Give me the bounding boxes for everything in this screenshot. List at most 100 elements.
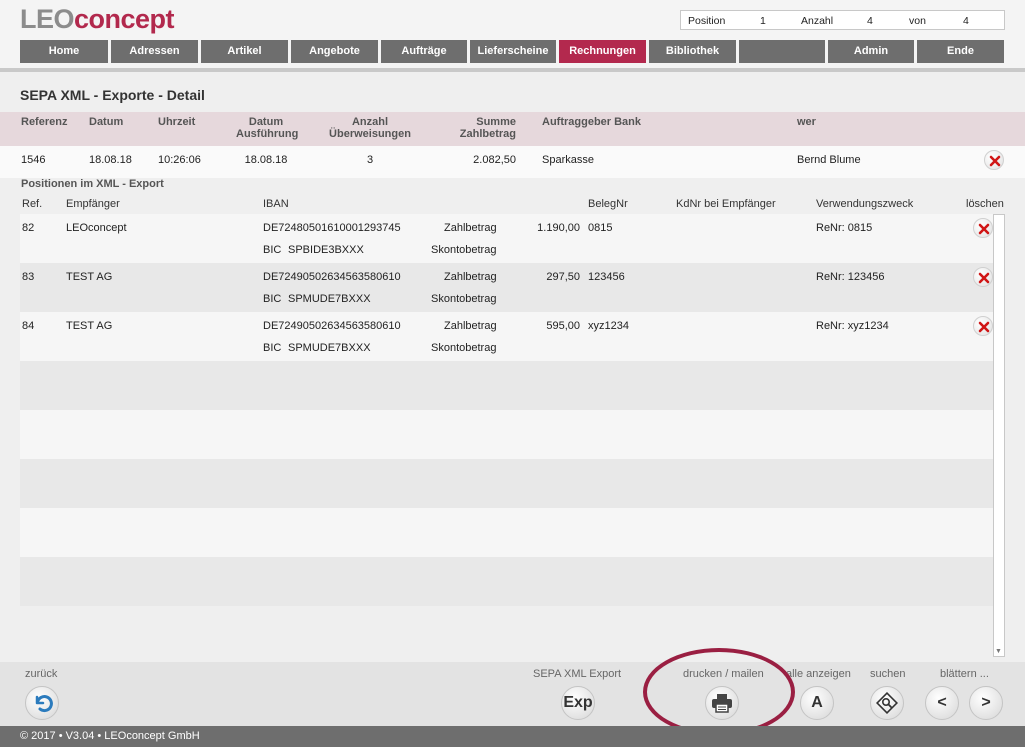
delete-x-icon — [978, 272, 990, 284]
col-datum-ausfuehrung-2: Ausführung — [236, 128, 299, 140]
col-anzahl-1: Anzahl — [351, 116, 389, 128]
export-referenz: 1546 — [21, 154, 46, 166]
pcol-loeschen: löschen — [966, 198, 1004, 210]
col-uhrzeit: Uhrzeit — [158, 116, 196, 128]
von-value: 4 — [963, 15, 969, 27]
position-value: 1 — [760, 15, 766, 27]
delete-row-button[interactable] — [973, 267, 993, 287]
exp-button-text: Exp — [563, 694, 593, 711]
table-row: 84 TEST AG DE72490502634563580610 BIC SP… — [20, 312, 993, 361]
pcol-verwendungszweck: Verwendungszweck — [816, 198, 914, 210]
search-icon — [876, 692, 898, 714]
anzahl-label: Anzahl — [801, 15, 834, 27]
export-row: 1546 18.08.18 10:26:06 18.08.18 3 2.082,… — [0, 146, 1025, 178]
export-anzahl: 3 — [366, 154, 374, 166]
row-verwendungszweck: ReNr: 123456 — [816, 271, 885, 283]
tab-empty — [739, 40, 825, 63]
row-bic-label: BIC — [263, 244, 282, 256]
col-bank: Auftraggeber Bank — [542, 116, 642, 128]
tab-rechnungen[interactable]: Rechnungen — [559, 40, 646, 63]
tab-artikel[interactable]: Artikel — [201, 40, 288, 63]
positions-title: Positionen im XML - Export — [21, 178, 164, 190]
row-zahlbetrag-label: Zahlbetrag — [444, 271, 497, 283]
table-row: 83 TEST AG DE72490502634563580610 BIC SP… — [20, 263, 993, 312]
col-anzahl-2: Überweisungen — [329, 128, 411, 140]
logo-concept: concept — [74, 4, 175, 34]
col-datum-ausfuehrung-1: Datum — [248, 116, 284, 128]
main-content: SEPA XML - Exporte - Detail Referenz Dat… — [0, 72, 1025, 662]
row-iban: DE72490502634563580610 — [263, 320, 401, 332]
row-iban: DE72490502634563580610 — [263, 271, 401, 283]
row-ref: 83 — [22, 271, 35, 283]
record-position-box: Position 1 Anzahl 4 von 4 — [680, 10, 1005, 30]
scroll-down-icon[interactable]: ▼ — [995, 648, 1002, 655]
row-belegnr: xyz1234 — [588, 320, 629, 332]
logo-leo: LEO — [20, 4, 75, 34]
blaettern-label: blättern ... — [940, 668, 989, 680]
footer-toolbar: zurück SEPA XML Export Exp drucken / mai… — [0, 662, 1025, 726]
suchen-label: suchen — [870, 668, 906, 680]
positions-scrollbar[interactable]: ▼ — [993, 214, 1005, 657]
pcol-empfaenger: Empfänger — [66, 198, 120, 210]
delete-row-button[interactable] — [973, 218, 993, 238]
row-empfaenger: LEOconcept — [66, 222, 127, 234]
col-summe-2: Zahlbetrag — [459, 128, 516, 140]
row-empfaenger: TEST AG — [66, 320, 113, 332]
back-button[interactable] — [25, 686, 59, 720]
export-table-header: Referenz Datum Uhrzeit Datum Ausführung … — [0, 112, 1025, 146]
tab-auftraege[interactable]: Aufträge — [381, 40, 467, 63]
show-all-button[interactable]: A — [800, 686, 834, 720]
back-arrow-icon — [35, 695, 53, 713]
col-summe-1: Summe — [476, 116, 516, 128]
row-verwendungszweck: ReNr: xyz1234 — [816, 320, 889, 332]
export-wer: Bernd Blume — [797, 154, 861, 166]
row-zahlbetrag-label: Zahlbetrag — [444, 320, 497, 332]
row-skonto-label: Skontobetrag — [431, 342, 497, 354]
positions-table: 82 LEOconcept DE72480501610001293745 BIC… — [20, 214, 993, 608]
row-skonto-label: Skontobetrag — [431, 244, 497, 256]
empty-row — [20, 459, 993, 508]
tab-bibliothek[interactable]: Bibliothek — [649, 40, 736, 63]
col-wer: wer — [797, 116, 816, 128]
anzahl-value: 4 — [867, 15, 873, 27]
page-title: SEPA XML - Exporte - Detail — [20, 87, 205, 103]
export-datum: 18.08.18 — [89, 154, 132, 166]
row-belegnr: 123456 — [588, 271, 625, 283]
tab-adressen[interactable]: Adressen — [111, 40, 198, 63]
next-button[interactable]: > — [969, 686, 1003, 720]
tab-home[interactable]: Home — [20, 40, 108, 63]
pcol-belegnr: BelegNr — [588, 198, 628, 210]
search-button[interactable] — [870, 686, 904, 720]
show-all-text: A — [811, 694, 823, 711]
row-bic: SPMUDE7BXXX — [288, 293, 371, 305]
empty-row — [20, 410, 993, 459]
delete-export-button[interactable] — [984, 150, 1004, 170]
delete-row-button[interactable] — [973, 316, 993, 336]
delete-x-icon — [989, 155, 1001, 167]
delete-x-icon — [978, 223, 990, 235]
row-bic-label: BIC — [263, 293, 282, 305]
row-zahlbetrag: 595,00 — [546, 320, 580, 332]
export-uhrzeit: 10:26:06 — [158, 154, 201, 166]
von-label: von — [909, 15, 926, 27]
row-iban: DE72480501610001293745 — [263, 222, 401, 234]
row-skonto-label: Skontobetrag — [431, 293, 497, 305]
tab-angebote[interactable]: Angebote — [291, 40, 378, 63]
tab-lieferscheine[interactable]: Lieferscheine — [470, 40, 556, 63]
row-empfaenger: TEST AG — [66, 271, 113, 283]
empty-row — [20, 557, 993, 606]
export-bank: Sparkasse — [542, 154, 594, 166]
row-zahlbetrag: 1.190,00 — [537, 222, 580, 234]
previous-button[interactable]: < — [925, 686, 959, 720]
row-ref: 84 — [22, 320, 35, 332]
tab-ende[interactable]: Ende — [917, 40, 1004, 63]
row-bic-label: BIC — [263, 342, 282, 354]
row-zahlbetrag-label: Zahlbetrag — [444, 222, 497, 234]
row-belegnr: 0815 — [588, 222, 613, 234]
pcol-iban: IBAN — [263, 198, 289, 210]
pcol-kdnr: KdNr bei Empfänger — [676, 198, 776, 210]
copyright-bar: © 2017 • V3.04 • LEOconcept GmbH — [0, 726, 1025, 747]
tab-admin[interactable]: Admin — [828, 40, 914, 63]
empty-row — [20, 508, 993, 557]
sepa-export-button[interactable]: Exp — [561, 686, 595, 720]
